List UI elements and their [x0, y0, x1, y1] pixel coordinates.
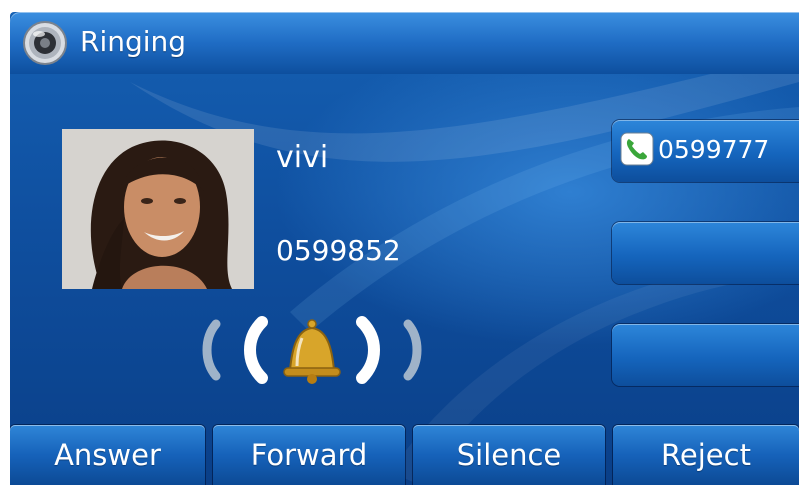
caller-number: 0599852 — [276, 234, 401, 267]
forward-button[interactable]: Forward — [213, 425, 405, 485]
title-bar: Ringing — [10, 12, 799, 74]
caller-name: vivi — [276, 140, 329, 175]
contact-photo — [62, 129, 254, 289]
phone-screen: Ringing vivi 0599852 0599777 Answer Forw… — [10, 12, 799, 485]
caller-photo — [62, 129, 254, 289]
line-key-label: 0599777 — [658, 135, 770, 164]
speaker-icon — [23, 21, 67, 65]
bell-icon — [283, 319, 341, 384]
line-key-3[interactable] — [612, 324, 799, 386]
softkey-bar: Answer Forward Silence Reject — [10, 425, 799, 485]
answer-button[interactable]: Answer — [10, 425, 205, 485]
reject-button[interactable]: Reject — [613, 425, 799, 485]
ringing-indicator — [202, 316, 422, 384]
phone-handset-icon — [620, 132, 654, 166]
line-key-2[interactable] — [612, 222, 799, 284]
page-title: Ringing — [80, 25, 187, 58]
silence-button[interactable]: Silence — [413, 425, 605, 485]
line-key-1[interactable]: 0599777 — [612, 120, 799, 182]
